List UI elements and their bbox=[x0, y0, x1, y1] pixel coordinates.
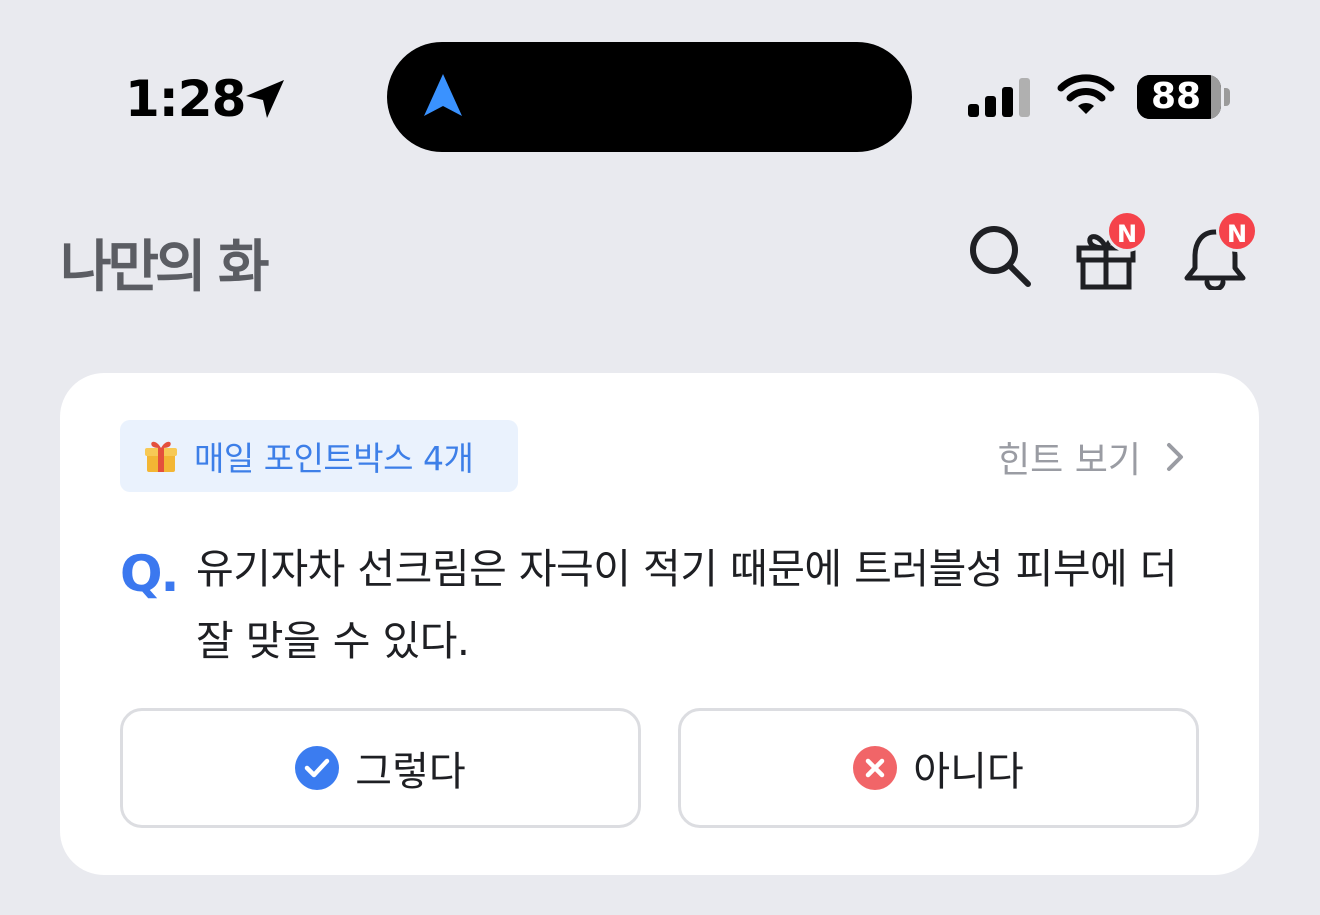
battery-nub bbox=[1224, 88, 1230, 106]
notification-button[interactable]: N bbox=[1182, 210, 1272, 292]
answer-yes-label: 그렇다 bbox=[355, 749, 466, 795]
chevron-right-icon bbox=[1167, 443, 1183, 471]
status-time: 1:28 bbox=[125, 70, 246, 128]
answer-yes-button[interactable]: 그렇다 bbox=[120, 708, 641, 828]
location-arrow-icon bbox=[246, 80, 284, 118]
answer-no-button[interactable]: 아니다 bbox=[678, 708, 1199, 828]
question-marker: Q. bbox=[120, 545, 179, 603]
battery-percent: 88 bbox=[1150, 76, 1202, 117]
search-icon[interactable] bbox=[966, 222, 1034, 290]
navigation-arrow-icon bbox=[424, 74, 462, 116]
battery-indicator: 88 bbox=[1137, 75, 1221, 119]
status-bar: 1:28 88 bbox=[0, 0, 1320, 190]
quiz-card: 매일 포인트박스 4개 힌트 보기 Q. 유기자차 선크림은 자극이 적기 때문… bbox=[60, 373, 1259, 875]
gift-button[interactable]: N bbox=[1072, 210, 1162, 292]
gift-box-icon bbox=[145, 441, 177, 472]
cellular-signal-icon bbox=[968, 78, 1030, 117]
notification-badge: N bbox=[1216, 210, 1258, 252]
hint-link[interactable]: 힌트 보기 bbox=[997, 431, 1189, 483]
x-circle-icon bbox=[853, 746, 898, 790]
check-circle-icon bbox=[295, 746, 340, 790]
pointbox-label: 매일 포인트박스 4개 bbox=[194, 439, 474, 478]
daily-pointbox-chip[interactable]: 매일 포인트박스 4개 bbox=[120, 420, 518, 492]
wifi-icon bbox=[1057, 74, 1115, 114]
app-logo[interactable]: 나만의 화 bbox=[60, 222, 270, 303]
question-text: 유기자차 선크림은 자극이 적기 때문에 트러블성 피부에 더 잘 맞을 수 있… bbox=[196, 545, 1178, 665]
answer-no-label: 아니다 bbox=[913, 749, 1024, 795]
hint-label: 힌트 보기 bbox=[997, 440, 1141, 481]
gift-badge: N bbox=[1106, 210, 1148, 252]
